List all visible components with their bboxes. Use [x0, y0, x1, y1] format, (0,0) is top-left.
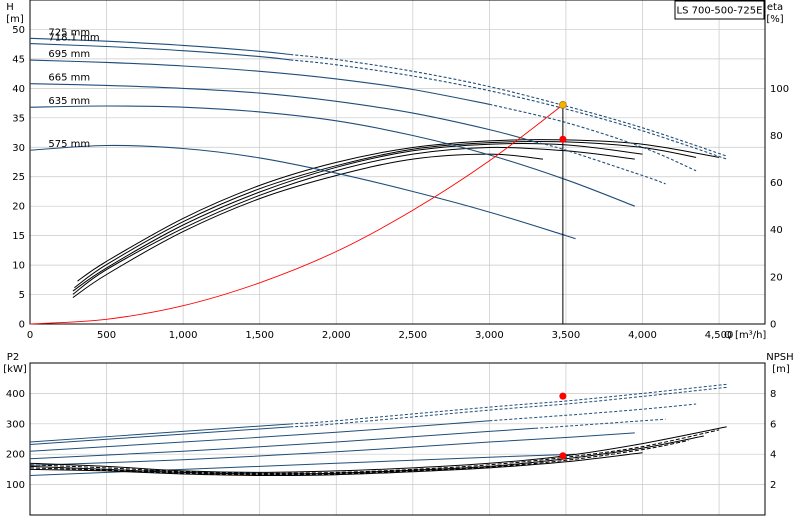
head-tick-label: 50 — [12, 25, 25, 36]
head-curve-label-4: 635 mm — [48, 96, 90, 107]
eta-axis-unit: [%] — [766, 14, 783, 25]
pump-performance-chart: 725 mm718.1 mm695 mm665 mm635 mm575 mm 0… — [3, 0, 794, 516]
npsh-tick-label: 2 — [770, 480, 776, 491]
x-tick-label: 4,000 — [628, 330, 657, 341]
bep-marker — [559, 101, 567, 109]
x-tick-label: 2,500 — [398, 330, 427, 341]
x-tick-label: 3,000 — [475, 330, 504, 341]
power-operating-point — [559, 392, 567, 400]
head-tick-label: 40 — [12, 84, 25, 95]
eta-tick-label: 100 — [770, 84, 789, 95]
head-curve-label-1: 718.1 mm — [48, 33, 99, 44]
npsh-axis-label: NPSH — [766, 352, 793, 363]
efficiency-operating-point — [559, 135, 567, 143]
efficiency-curve-0 — [77, 139, 720, 282]
power-curve-1 — [29, 426, 291, 445]
head-curve-dashed-1 — [290, 59, 727, 160]
x-tick-label: 1,500 — [245, 330, 274, 341]
head-tick-label: 20 — [12, 202, 25, 213]
efficiency-curve-3 — [72, 146, 635, 295]
power-plot-grid — [29, 362, 765, 516]
npsh-tick-label: 6 — [770, 419, 776, 430]
head-tick-label: 25 — [12, 172, 25, 183]
efficiency-curve-2 — [72, 143, 643, 292]
head-tick-label: 5 — [19, 290, 25, 301]
flow-axis-label: Q [m³/h] — [724, 330, 766, 341]
head-curve-3 — [29, 83, 536, 143]
eta-tick-label: 20 — [770, 272, 783, 283]
head-curve-label-3: 665 mm — [48, 73, 90, 84]
head-curve-4 — [29, 105, 635, 207]
head-tick-label: 0 — [19, 320, 25, 331]
head-tick-label: 35 — [12, 113, 25, 124]
npsh-axis-unit: [m] — [772, 364, 790, 375]
power-axis-label: P2 — [7, 352, 19, 363]
system-curve — [29, 104, 564, 325]
efficiency-curve-1 — [74, 140, 697, 289]
head-axis-label: H — [6, 2, 14, 13]
power-npsh-curves — [29, 383, 727, 477]
head-tick-label: 30 — [12, 143, 25, 154]
npsh-tick-label: 4 — [770, 450, 776, 461]
power-plot-frame — [29, 362, 766, 516]
npsh-tick-label: 8 — [770, 389, 776, 400]
eta-axis-label: eta — [767, 2, 783, 13]
head-axis-unit: [m] — [6, 14, 24, 25]
chart-title: LS 700-500-725E — [677, 6, 763, 17]
head-curve-dashed-0 — [290, 53, 727, 157]
eta-tick-label: 0 — [770, 320, 776, 331]
npsh-operating-point — [559, 452, 567, 460]
eta-tick-label: 80 — [770, 131, 783, 142]
power-axis-unit: [kW] — [3, 364, 27, 375]
head-curve-5 — [29, 144, 576, 240]
power-curve-dashed-0 — [290, 383, 727, 425]
head-tick-label: 15 — [12, 231, 25, 242]
x-tick-label: 3,500 — [552, 330, 581, 341]
head-tick-label: 10 — [12, 261, 25, 272]
power-curve-4 — [29, 432, 635, 466]
head-curve-label-5: 575 mm — [48, 139, 90, 150]
power-tick-label: 200 — [6, 450, 25, 461]
x-tick-label: 1,000 — [169, 330, 198, 341]
power-curve-dashed-2 — [489, 403, 697, 422]
x-tick-label: 0 — [27, 330, 33, 341]
eta-tick-label: 40 — [770, 225, 783, 236]
head-curve-label-2: 695 mm — [48, 49, 90, 60]
power-curve-0 — [29, 423, 291, 443]
power-tick-label: 400 — [6, 389, 25, 400]
x-tick-label: 2,000 — [322, 330, 351, 341]
head-curves: 725 mm718.1 mm695 mm665 mm635 mm575 mm — [29, 27, 727, 325]
npsh-curve-1 — [29, 429, 720, 474]
eta-tick-label: 60 — [770, 178, 783, 189]
head-tick-label: 45 — [12, 54, 25, 65]
x-tick-label: 500 — [97, 330, 116, 341]
power-tick-label: 300 — [6, 419, 25, 430]
power-tick-label: 100 — [6, 480, 25, 491]
